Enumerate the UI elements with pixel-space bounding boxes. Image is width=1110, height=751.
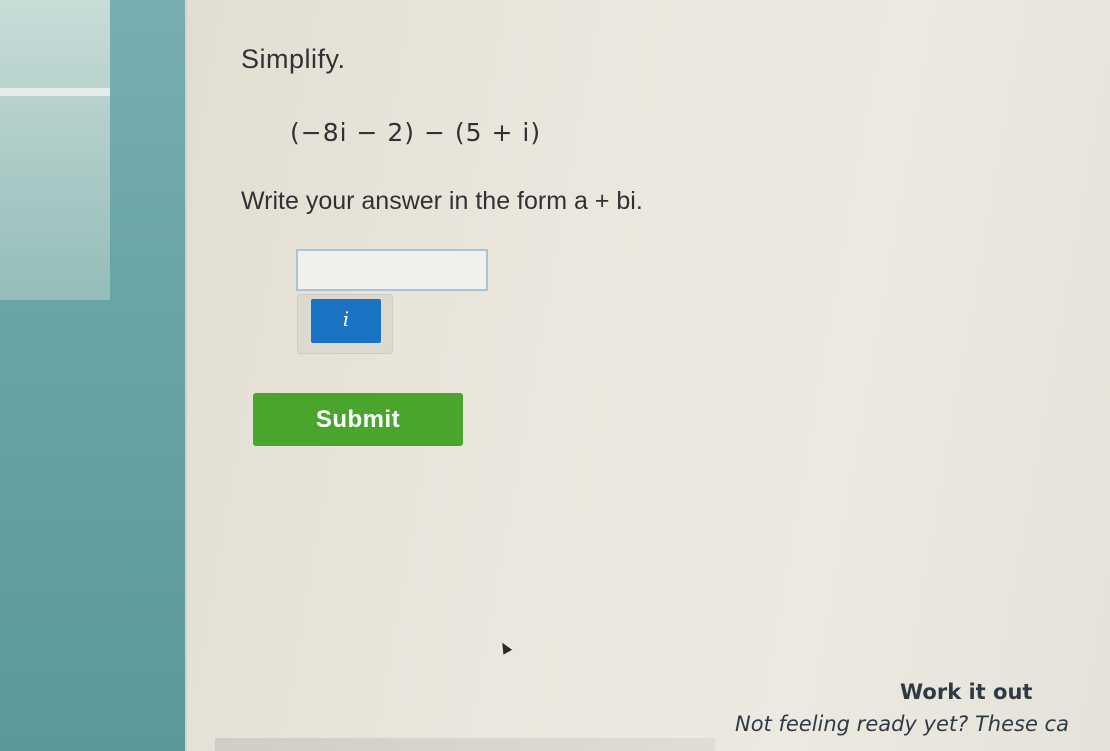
- background-band: [0, 88, 110, 96]
- submit-button[interactable]: Submit: [253, 393, 463, 446]
- math-expression: (−8i − 2) − (5 + i): [290, 118, 542, 147]
- background-panel: [0, 0, 110, 300]
- left-background: [0, 0, 215, 751]
- question-heading: Simplify.: [241, 44, 346, 74]
- answer-input[interactable]: [296, 249, 488, 291]
- work-it-out-title[interactable]: Work it out: [900, 680, 1032, 704]
- imaginary-unit-key[interactable]: i: [311, 299, 381, 343]
- answer-instruction: Write your answer in the form a + bi.: [241, 187, 643, 215]
- bottom-strip: [215, 738, 715, 751]
- question-panel: [185, 0, 1110, 751]
- work-it-out-description: Not feeling ready yet? These ca: [735, 712, 1069, 736]
